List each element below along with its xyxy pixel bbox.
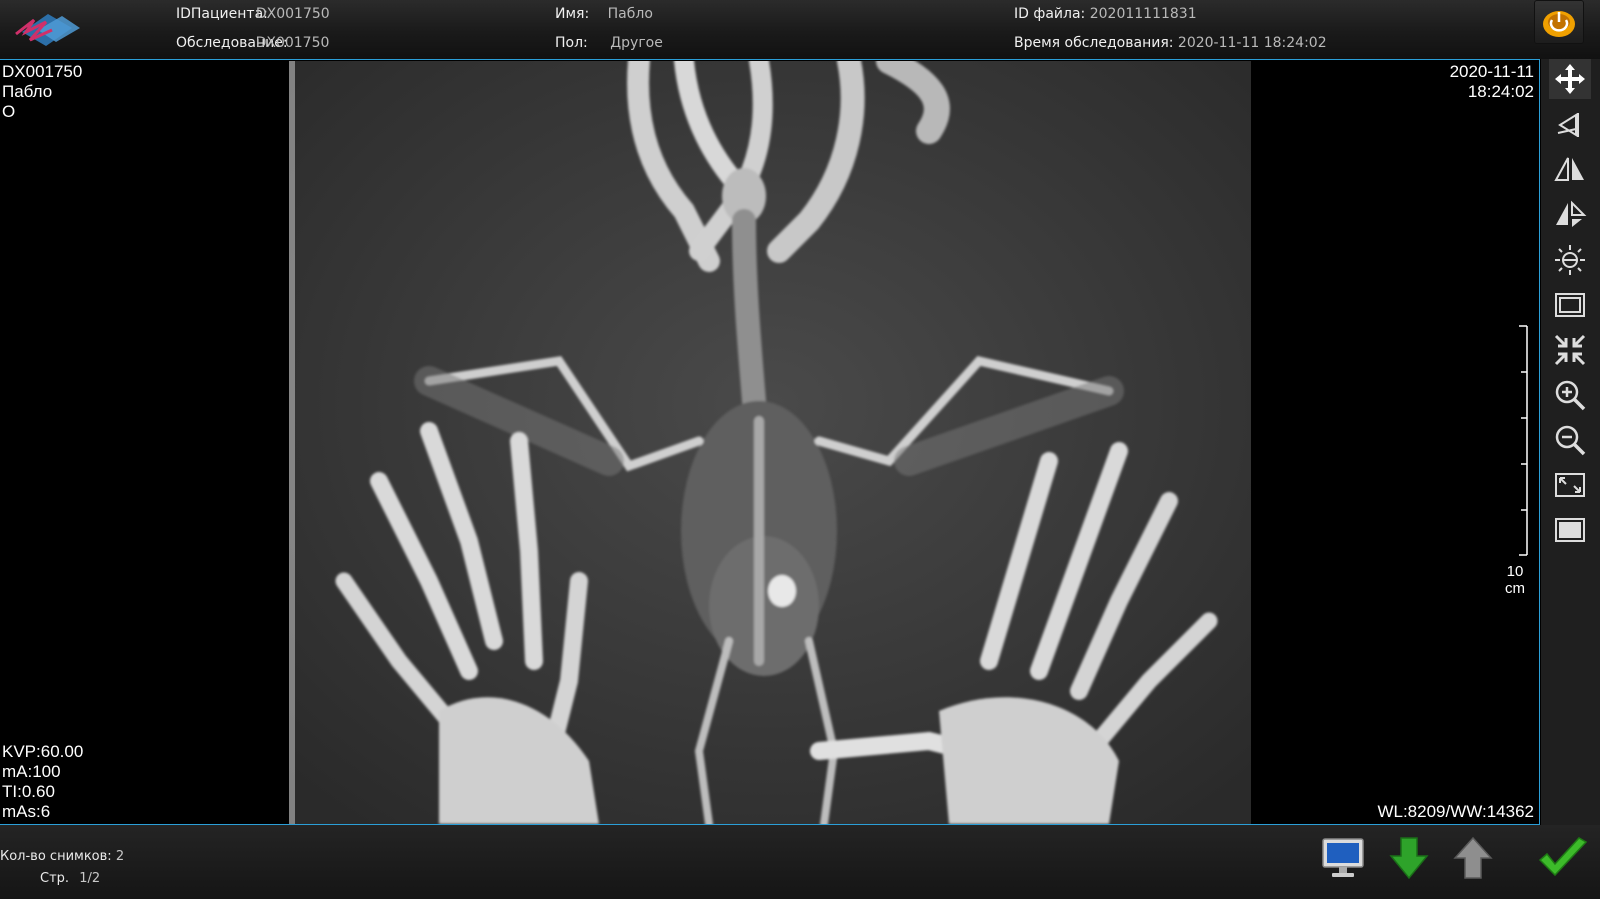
patient-id-field: IDПациента:DX001750 xyxy=(176,6,330,22)
power-button[interactable] xyxy=(1534,0,1584,44)
move-icon xyxy=(1555,64,1585,94)
rotate-icon xyxy=(1557,113,1579,137)
tool-sidebar xyxy=(1541,59,1600,825)
move-tool-button[interactable] xyxy=(1549,59,1591,99)
name-value: Пабло xyxy=(607,6,653,22)
overlay-kvp: KVP:60.00 xyxy=(2,742,84,761)
overlay-time: 18:24:02 xyxy=(1467,82,1534,101)
actual-size-button[interactable] xyxy=(1549,510,1591,550)
rotate-tool-button[interactable] xyxy=(1549,105,1591,145)
fit-icon xyxy=(1554,334,1586,366)
file-id-value: 202011111831 xyxy=(1089,6,1197,22)
patient-id-label: IDПациента: xyxy=(176,6,268,22)
exam-field: Обследование:DX001750 xyxy=(176,35,329,51)
exam-time-label: Время обследования: xyxy=(1014,35,1174,51)
image-count-value: 2 xyxy=(115,849,125,864)
file-id-field: ID файла: 202011111831 xyxy=(1014,6,1197,22)
confirm-button[interactable] xyxy=(1535,833,1591,883)
brightness-icon xyxy=(1555,245,1585,275)
overlay-patient-info: DX001750 Пабло O xyxy=(2,62,82,122)
monitor-icon xyxy=(1322,838,1364,877)
page-indicator: Стр. 1/2 xyxy=(40,871,100,886)
sex-label: Пол: xyxy=(555,35,588,51)
window-frame-icon xyxy=(1555,293,1585,317)
previous-page-button[interactable] xyxy=(1447,833,1499,883)
overlay-mas: mAs:6 xyxy=(2,802,51,821)
fullscreen-button[interactable] xyxy=(1549,465,1591,505)
overlay-datetime: 2020-11-11 18:24:02 xyxy=(1450,62,1534,102)
sex-field: Пол: Другое xyxy=(555,35,663,51)
name-label: Имя: xyxy=(555,6,590,22)
image-viewport[interactable]: DX001750 Пабло O 2020-11-11 18:24:02 KVP… xyxy=(0,59,1540,825)
file-id-label: ID файла: xyxy=(1014,6,1086,22)
flip-vertical-button[interactable] xyxy=(1549,195,1591,235)
exam-value: DX001750 xyxy=(255,35,330,51)
exam-time-field: Время обследования: 2020-11-11 18:24:02 xyxy=(1014,35,1327,51)
window-frame-button[interactable] xyxy=(1549,285,1591,325)
image-count-label: Кол-во снимков: xyxy=(0,849,112,864)
actual-size-icon xyxy=(1555,518,1585,542)
xray-image[interactable] xyxy=(289,61,1251,824)
page-label: Стр. xyxy=(40,871,70,886)
scale-ruler xyxy=(1519,325,1528,556)
scale-label: 10 cm xyxy=(1505,563,1525,597)
flip-horizontal-icon xyxy=(1554,157,1584,181)
overlay-exposure-params: KVP:60.00 mA:100 TI:0.60 mAs:6 xyxy=(2,742,83,822)
zoom-out-icon xyxy=(1555,425,1586,456)
page-value: 1/2 xyxy=(79,871,101,886)
next-page-button[interactable] xyxy=(1383,833,1435,883)
app-logo xyxy=(12,6,84,54)
patient-id-value: DX001750 xyxy=(255,6,330,22)
arrow-down-icon xyxy=(1389,837,1429,880)
header-bar: IDПациента:DX001750 Обследование:DX00175… xyxy=(0,0,1600,59)
overlay-ma: mA:100 xyxy=(2,762,61,781)
overlay-patient-id: DX001750 xyxy=(2,62,83,81)
overlay-ti: TI:0.60 xyxy=(2,782,55,801)
image-count: Кол-во снимков: 2 xyxy=(0,849,124,864)
flip-horizontal-button[interactable] xyxy=(1549,150,1591,190)
overlay-window-level: WL:8209/WW:14362 xyxy=(1377,802,1534,821)
checkmark-icon xyxy=(1538,837,1588,877)
display-button[interactable] xyxy=(1317,833,1369,883)
sex-value: Другое xyxy=(610,35,663,51)
exam-time-value: 2020-11-11 18:24:02 xyxy=(1177,35,1327,51)
arrow-up-icon xyxy=(1453,836,1493,879)
flip-vertical-icon xyxy=(1556,200,1587,227)
fit-tool-button[interactable] xyxy=(1549,330,1591,370)
overlay-patient-name: Пабло xyxy=(2,82,53,101)
zoom-in-button[interactable] xyxy=(1549,375,1591,415)
brightness-tool-button[interactable] xyxy=(1549,240,1591,280)
zoom-out-button[interactable] xyxy=(1549,420,1591,460)
overlay-patient-sex: O xyxy=(2,102,16,121)
overlay-date: 2020-11-11 xyxy=(1449,62,1534,81)
footer-bar: Кол-во снимков: 2 Стр. 1/2 xyxy=(0,825,1600,899)
scale-value: 10 xyxy=(1506,563,1524,580)
name-field: Имя: Пабло xyxy=(555,6,653,22)
zoom-in-icon xyxy=(1555,380,1586,411)
scale-unit: cm xyxy=(1505,580,1525,597)
fullscreen-icon xyxy=(1555,473,1585,497)
power-icon xyxy=(1543,11,1575,37)
